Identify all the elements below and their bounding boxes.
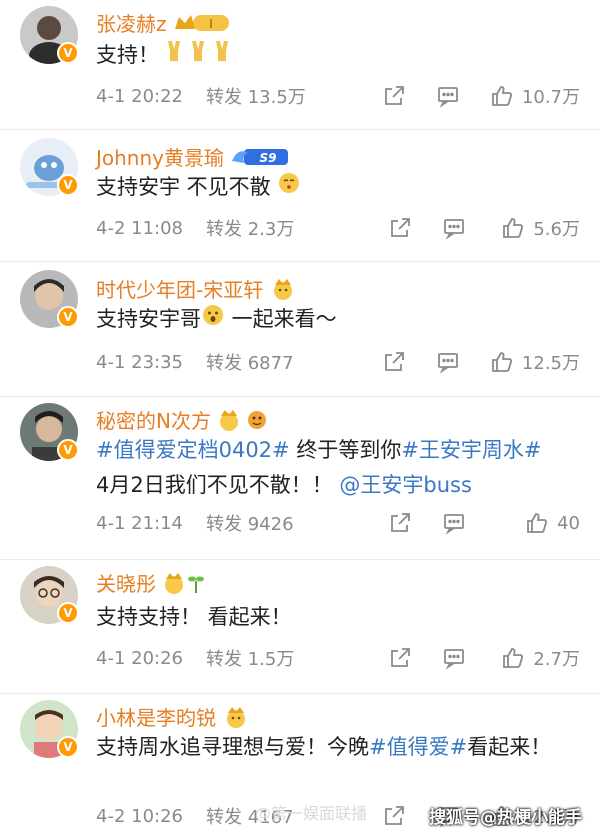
like-button[interactable]: 5.6万 <box>496 215 580 241</box>
comment-time: 4-1 23:35 <box>96 351 183 373</box>
thumbs-up-icon <box>501 216 525 240</box>
share-icon[interactable] <box>382 84 406 108</box>
verified-icon: V <box>57 306 79 328</box>
hashtag-link[interactable]: #值得爱# <box>369 735 467 759</box>
comment-text: 支持安宇 不见不散 <box>96 175 271 199</box>
kissing-face-emoji <box>277 171 301 206</box>
vip-level-text: I <box>209 17 213 31</box>
like-count: 2.7万 <box>533 649 580 670</box>
comment-item: V 时代少年团-宋亚轩 支持安宇哥 一起来看～ 4-1 23:35 转发 687… <box>0 262 600 397</box>
comment-text-block: #值得爱定档0402# 终于等到你#王安宇周水# 4月2日我们不见不散！！ @王… <box>96 433 580 503</box>
comment-time: 4-1 21:14 <box>96 512 183 534</box>
comment-text-row: 支持支持！ 看起来！ <box>96 600 580 635</box>
comment-icon[interactable] <box>436 84 460 108</box>
thumbs-up-icon <box>501 646 525 670</box>
like-count: 40 <box>557 512 580 534</box>
vip-level-badge: I <box>173 11 231 35</box>
comment-time: 4-2 10:26 <box>96 805 183 827</box>
comment-item: V 张凌赫z I 支持！ 4-1 20:22 转发 13.5万 10.7万 <box>0 0 600 130</box>
shocked-face-emoji <box>201 303 225 338</box>
fan-crown-badge <box>269 277 297 301</box>
comment-icon[interactable] <box>442 511 466 535</box>
like-button[interactable]: 12.5万 <box>490 349 580 375</box>
repost-count[interactable]: 转发 2.3万 <box>206 215 388 241</box>
username[interactable]: Johnny黄景瑜 <box>96 142 224 171</box>
comment-text: 4月2日我们不见不散！！ <box>96 473 333 497</box>
like-count: 12.5万 <box>521 353 580 374</box>
victory-hand-emoji <box>166 39 238 74</box>
comment-text-tail: 看起来！ <box>467 735 552 759</box>
comment-icon[interactable] <box>436 350 460 374</box>
fan-crown-badge <box>162 571 208 595</box>
svip-level-text: S9 <box>260 151 277 165</box>
like-button[interactable]: 2.7万 <box>496 645 580 671</box>
repost-count[interactable]: 转发 9426 <box>206 510 388 536</box>
like-button[interactable]: 10.7万 <box>490 83 580 109</box>
username[interactable]: 小林是李昀锐 <box>96 702 216 731</box>
share-icon[interactable] <box>388 216 412 240</box>
repost-count[interactable]: 转发 1.5万 <box>206 645 388 671</box>
like-count: 10.7万 <box>521 87 580 108</box>
verified-icon: V <box>57 602 79 624</box>
comment-time: 4-2 11:08 <box>96 217 183 239</box>
verified-icon: V <box>57 439 79 461</box>
comment-text-block: 支持周水追寻理想与爱！今晚#值得爱#看起来！ <box>96 730 580 765</box>
comment-icon[interactable] <box>442 646 466 670</box>
username[interactable]: 张凌赫z <box>96 8 167 37</box>
share-icon[interactable] <box>388 511 412 535</box>
source-watermark: 搜狐号@热梗小能手 <box>429 808 582 828</box>
comment-text: 支持！ <box>96 43 159 67</box>
comment-text: 支持安宇哥 <box>96 307 201 331</box>
username[interactable]: 关晓彤 <box>96 568 156 597</box>
comment-item: V 关晓彤 支持支持！ 看起来！ 4-1 20:26 转发 1.5万 2.7万 <box>0 560 600 694</box>
verified-icon: V <box>57 42 79 64</box>
like-button[interactable]: 40 <box>496 511 580 535</box>
comment-text: 终于等到你 <box>289 438 402 462</box>
comment-time: 4-1 20:26 <box>96 647 183 669</box>
comment-text: 支持支持！ 看起来！ <box>96 605 292 629</box>
like-count: 5.6万 <box>533 219 580 240</box>
share-icon[interactable] <box>382 350 406 374</box>
thumbs-up-icon <box>490 350 514 374</box>
comment-text: 支持周水追寻理想与爱！今晚 <box>96 735 369 759</box>
faint-watermark: @第一娱面联播 <box>255 804 368 823</box>
hashtag-link[interactable]: #值得爱定档0402# <box>96 438 290 462</box>
comment-item: V Johnny黄景瑜 S9 支持安宇 不见不散 4-2 11:08 转发 2.… <box>0 130 600 262</box>
comment-feed: V 张凌赫z I 支持！ 4-1 20:22 转发 13.5万 10.7万 V … <box>0 0 600 830</box>
comment-time: 4-1 20:22 <box>96 85 183 107</box>
share-icon[interactable] <box>388 646 412 670</box>
comment-item: V 秘密的N次方 #值得爱定档0402# 终于等到你#王安宇周水# 4月2日我们… <box>0 397 600 560</box>
verified-icon: V <box>57 736 79 758</box>
comment-text-tail: 一起来看～ <box>225 307 337 331</box>
username[interactable]: 时代少年团-宋亚轩 <box>96 274 263 303</box>
repost-count[interactable]: 转发 13.5万 <box>206 83 382 109</box>
repost-count[interactable]: 转发 6877 <box>206 349 382 375</box>
comment-text-row: 支持！ <box>96 38 580 74</box>
comment-text-row: 支持安宇 不见不散 <box>96 170 580 206</box>
mention-link[interactable]: @王安宇buss <box>339 473 472 497</box>
verified-icon: V <box>57 174 79 196</box>
fan-crown-badge <box>222 705 250 729</box>
username[interactable]: 秘密的N次方 <box>96 405 211 434</box>
comment-icon[interactable] <box>442 216 466 240</box>
comment-text-row: 支持安宇哥 一起来看～ <box>96 302 580 338</box>
thumbs-up-icon <box>525 511 549 535</box>
fan-crown-badge <box>217 408 273 432</box>
svip-badge: S9 <box>230 145 290 169</box>
hashtag-link[interactable]: #王安宇周水# <box>401 438 541 462</box>
share-icon[interactable] <box>382 804 406 828</box>
thumbs-up-icon <box>490 84 514 108</box>
